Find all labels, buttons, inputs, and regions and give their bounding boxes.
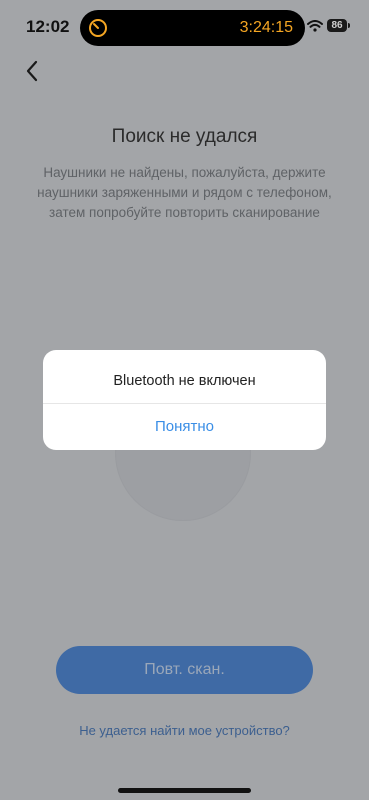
battery-tip bbox=[348, 23, 350, 28]
battery-icon: 86 bbox=[327, 19, 347, 32]
dialog-title: Bluetooth не включен bbox=[113, 373, 256, 389]
timer-icon bbox=[89, 19, 107, 37]
bluetooth-dialog: Bluetooth не включен Понятно bbox=[43, 350, 326, 450]
page-description: Наушники не найдены, пожалуйста, держите… bbox=[37, 165, 332, 220]
back-button[interactable] bbox=[18, 56, 48, 86]
timer-text: 3:24:15 bbox=[239, 19, 293, 36]
dynamic-island: 3:24:15 bbox=[80, 10, 305, 46]
page-title: Поиск не удался bbox=[111, 126, 258, 147]
rescan-button[interactable]: Повт. скан. bbox=[56, 646, 313, 694]
cant-find-device-link[interactable]: Не удается найти мое устройство? bbox=[0, 723, 369, 738]
dialog-ok-button[interactable]: Понятно bbox=[43, 404, 326, 450]
status-time: 12:02 bbox=[26, 17, 70, 36]
wifi-icon bbox=[307, 20, 323, 32]
home-indicator[interactable] bbox=[118, 788, 251, 793]
